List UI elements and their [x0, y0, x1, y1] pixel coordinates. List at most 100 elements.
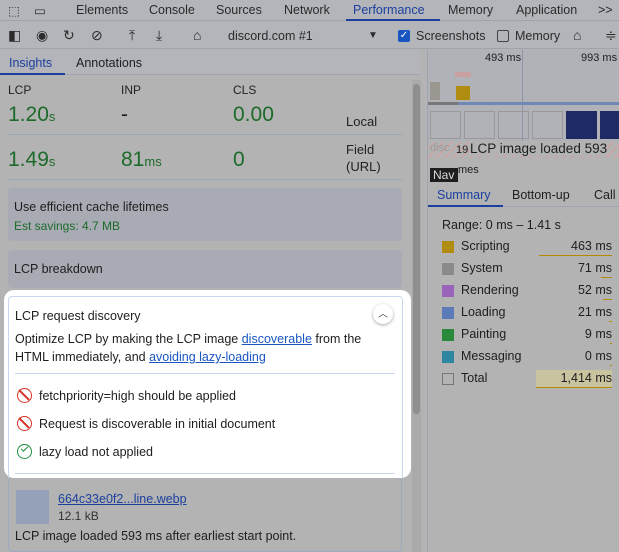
scrollbar-track[interactable]	[412, 80, 421, 552]
summary-row-messaging: Messaging 0 ms	[442, 348, 612, 366]
pass-icon	[17, 444, 32, 459]
home-icon[interactable]: ⌂	[193, 27, 201, 43]
timeline-overview[interactable]: 493 ms 993 ms	[428, 50, 619, 142]
inp-header: INP	[121, 83, 142, 97]
category-swatch	[442, 241, 454, 253]
summary-range: Range: 0 ms – 1.41 s	[442, 218, 561, 232]
insight-title: LCP breakdown	[14, 262, 103, 276]
tab-summary[interactable]: Summary	[437, 188, 490, 202]
devtools-tab-bar: ⬚ ▭ Elements Console Sources Network Per…	[0, 0, 619, 21]
summary-tabs: Summary Bottom-up Call	[428, 182, 619, 207]
insight-card-lcp-request-discovery: LCP request discovery ︿ Optimize LCP by …	[4, 290, 411, 478]
lcp-image-thumbnail	[16, 490, 49, 524]
summary-row-rendering: Rendering 52 ms	[442, 282, 612, 300]
performance-toolbar: ◧ ◉ ↻ ⊘ ⤒ ⤓ ⌂ discord.com #1 ▼ ✓ Screens…	[0, 22, 619, 49]
check-lazy-load: lazy load not applied	[17, 444, 153, 459]
more-tabs-icon[interactable]: >>	[598, 3, 613, 17]
download-icon[interactable]: ⤓	[156, 27, 162, 44]
category-name: Painting	[461, 327, 507, 341]
cls-header: CLS	[233, 83, 257, 97]
lcp-image-link[interactable]: 664c33e0f2...line.webp	[58, 492, 187, 506]
local-label: Local	[346, 114, 378, 129]
category-name: Messaging	[461, 349, 522, 363]
active-subtab-indicator	[0, 73, 65, 75]
garbage-collect-icon[interactable]: ⌂	[573, 27, 581, 43]
tab-application[interactable]: Application	[516, 3, 577, 17]
tab-performance[interactable]: Performance	[353, 3, 425, 17]
category-name: System	[461, 261, 503, 275]
lcp-image-size: 12.1 kB	[58, 509, 99, 523]
field-url-label: (URL)	[346, 159, 381, 174]
check-fetchpriority: fetchpriority=high should be applied	[17, 388, 236, 403]
check-discoverable: Request is discoverable in initial docum…	[17, 416, 275, 431]
chevron-down-icon[interactable]: ▼	[368, 30, 378, 41]
insights-subtabs: Insights Annotations	[0, 50, 420, 75]
tab-bottom-up[interactable]: Bottom-up	[512, 188, 570, 202]
network-bar	[455, 72, 471, 77]
memory-label: Memory	[515, 29, 561, 43]
screenshots-checkbox[interactable]: ✓	[398, 30, 410, 42]
summary-row-system: System 71 ms	[442, 260, 612, 278]
summary-row-loading: Loading 21 ms	[442, 304, 612, 322]
tab-console[interactable]: Console	[149, 3, 195, 17]
local-lcp-value: 1.20s	[8, 103, 56, 126]
scrollbar-thumb[interactable]	[413, 84, 420, 414]
category-swatch	[442, 285, 454, 297]
lcp-header: LCP	[8, 83, 32, 97]
category-swatch	[442, 263, 454, 275]
clear-icon[interactable]: ⊘	[91, 27, 103, 44]
category-name: Total	[461, 371, 488, 385]
local-inp-value: -	[121, 103, 128, 126]
collapse-chevron-up-icon[interactable]: ︿	[373, 304, 393, 324]
tab-memory[interactable]: Memory	[448, 3, 493, 17]
tab-sources[interactable]: Sources	[216, 3, 262, 17]
category-name: Rendering	[461, 283, 519, 297]
device-toolbar-icon[interactable]: ▭	[34, 3, 46, 18]
upload-icon[interactable]: ⤒	[129, 27, 135, 44]
tab-annotations[interactable]: Annotations	[76, 56, 142, 70]
time-tick: 493 ms	[485, 52, 522, 64]
lcp-load-note: LCP image loaded 593 ms after earliest s…	[15, 529, 297, 543]
avoiding-lazy-loading-link[interactable]: avoiding lazy-loading	[149, 350, 266, 364]
discoverable-link[interactable]: discoverable	[242, 332, 312, 346]
reload-icon[interactable]: ↻	[63, 27, 75, 44]
fail-icon	[17, 416, 32, 431]
field-label: Field	[346, 142, 375, 157]
field-lcp-value: 1.49s	[8, 148, 56, 171]
insight-savings: Est savings: 4.7 MB	[14, 219, 121, 233]
settings-icon[interactable]: ≑	[605, 27, 617, 44]
sidebar-toggle-icon[interactable]: ◧	[8, 27, 21, 44]
nav-tooltip: Nav	[430, 168, 458, 182]
lcp-track: disc 19 LCP image loaded 593	[428, 141, 619, 158]
recording-select[interactable]: discord.com #1	[228, 29, 313, 43]
field-cls-value: 0	[233, 148, 245, 171]
memory-checkbox[interactable]	[497, 30, 509, 42]
field-inp-value: 81ms	[121, 148, 162, 171]
insight-description: Optimize LCP by making the LCP image dis…	[15, 332, 362, 364]
category-swatch	[442, 351, 454, 363]
summary-row-scripting: Scripting 463 ms	[442, 238, 612, 256]
screenshot-thumb	[566, 111, 597, 139]
divider	[15, 373, 395, 374]
tab-elements[interactable]: Elements	[76, 3, 128, 17]
category-value: 71 ms	[577, 261, 612, 275]
tab-call-tree[interactable]: Call	[594, 188, 616, 202]
lcp-marker-label: LCP image loaded 593	[470, 141, 608, 156]
summary-row-painting: Painting 9 ms	[442, 326, 612, 344]
category-swatch	[442, 307, 454, 319]
inspect-element-icon[interactable]: ⬚	[8, 3, 20, 18]
insight-card-lcp-breakdown[interactable]: LCP breakdown	[8, 250, 402, 288]
tab-network[interactable]: Network	[284, 3, 330, 17]
tab-insights[interactable]: Insights	[9, 56, 52, 70]
active-tab-indicator	[346, 19, 440, 21]
category-value: 1,414 ms	[560, 371, 612, 385]
record-icon[interactable]: ◉	[36, 27, 48, 44]
category-swatch	[442, 373, 454, 385]
category-value: 0 ms	[584, 349, 612, 363]
insight-card-cache[interactable]: Use efficient cache lifetimes Est saving…	[8, 188, 402, 241]
category-swatch	[442, 329, 454, 341]
time-tick: 993 ms	[581, 52, 618, 64]
screenshots-label: Screenshots	[416, 29, 486, 43]
screenshot-thumb	[600, 111, 619, 139]
category-name: Loading	[461, 305, 506, 319]
